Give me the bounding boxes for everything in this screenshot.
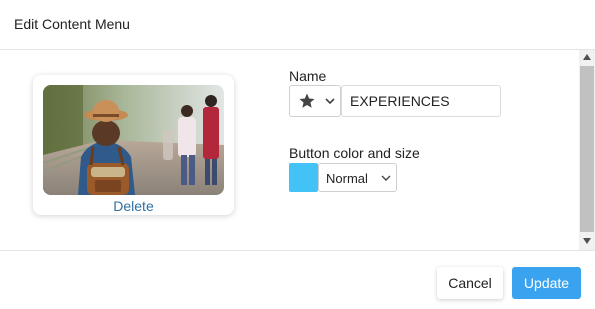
size-select[interactable]: Normal: [318, 163, 397, 192]
delete-link[interactable]: Delete: [33, 198, 234, 214]
cancel-button[interactable]: Cancel: [437, 267, 503, 299]
color-swatch[interactable]: [289, 163, 318, 192]
size-select-value: Normal: [326, 171, 368, 186]
name-input[interactable]: [341, 85, 501, 117]
dialog-header: Edit Content Menu: [0, 0, 595, 50]
dialog-footer: Cancel Update: [0, 250, 595, 309]
vertical-scrollbar[interactable]: [579, 50, 595, 250]
traveler-photo: [43, 85, 224, 195]
dialog-body: Delete Name Button color and size Normal: [0, 50, 595, 250]
scrollbar-thumb[interactable]: [580, 66, 594, 232]
name-label: Name: [289, 68, 327, 84]
update-button[interactable]: Update: [512, 267, 581, 299]
scroll-up-icon[interactable]: [583, 54, 591, 60]
chevron-down-icon: [325, 98, 335, 105]
image-card: Delete: [33, 75, 234, 215]
icon-select[interactable]: [289, 85, 341, 117]
star-icon: [299, 93, 315, 108]
scroll-down-icon[interactable]: [583, 238, 591, 244]
chevron-down-icon: [381, 175, 391, 181]
button-color-size-label: Button color and size: [289, 145, 420, 161]
dialog-title: Edit Content Menu: [14, 16, 130, 32]
